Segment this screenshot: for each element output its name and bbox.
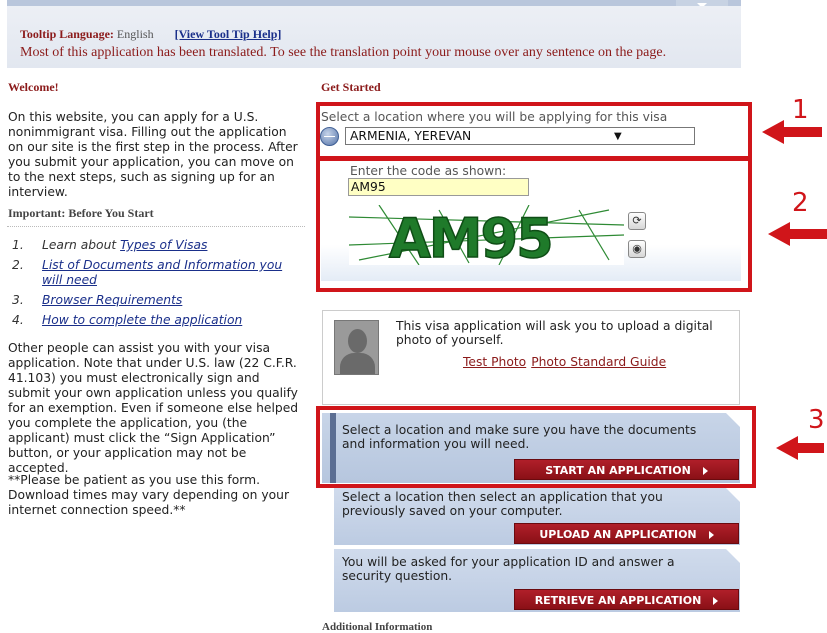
list-item: 2. List of Documents and Information you … bbox=[12, 258, 283, 287]
list-item: 4. How to complete the application bbox=[12, 313, 243, 327]
annotation-box-1 bbox=[316, 102, 752, 160]
annotation-box-3 bbox=[316, 406, 756, 488]
list-item: 1. Learn about Types of Visas bbox=[12, 238, 208, 252]
annotation-number-2: 2 bbox=[792, 188, 809, 218]
tooltip-banner: Tooltip Language: English [View Tool Tip… bbox=[7, 6, 741, 68]
how-to-complete-link[interactable]: How to complete the application bbox=[42, 313, 242, 327]
assist-text: Other people can assist you with your vi… bbox=[8, 341, 299, 475]
tooltip-language-value: English bbox=[116, 27, 154, 41]
upload-application-text: Select a location then select an applica… bbox=[342, 490, 663, 518]
types-of-visas-link[interactable]: Types of Visas bbox=[120, 238, 207, 252]
photo-standard-guide-link[interactable]: Photo Standard Guide bbox=[531, 355, 666, 369]
tooltip-language-line: Tooltip Language: English [View Tool Tip… bbox=[20, 27, 281, 42]
tooltip-language-label: Tooltip Language: bbox=[20, 27, 114, 41]
intro-text: On this website, you can apply for a U.S… bbox=[8, 110, 298, 199]
retrieve-application-button[interactable]: RETRIEVE AN APPLICATION bbox=[514, 589, 739, 610]
divider bbox=[7, 226, 305, 227]
list-item: 3. Browser Requirements bbox=[12, 293, 183, 307]
patience-text: **Please be patient as you use this form… bbox=[8, 473, 290, 517]
photo-links: Test Photo Photo Standard Guide bbox=[463, 355, 671, 369]
retrieve-application-text: You will be asked for your application I… bbox=[342, 555, 675, 583]
welcome-title: Welcome! bbox=[8, 80, 59, 94]
get-started-title: Get Started bbox=[321, 80, 381, 94]
annotation-number-3: 3 bbox=[808, 405, 825, 435]
additional-info-title: Additional Information bbox=[322, 621, 433, 633]
upload-application-panel: Select a location then select an applica… bbox=[322, 488, 740, 545]
annotation-arrow-3 bbox=[776, 436, 824, 460]
browser-requirements-link[interactable]: Browser Requirements bbox=[42, 293, 182, 307]
documents-list-link[interactable]: List of Documents and Information you wi… bbox=[42, 258, 282, 287]
photo-text: This visa application will ask you to up… bbox=[396, 319, 713, 347]
annotation-arrow-2 bbox=[768, 222, 827, 246]
upload-application-button[interactable]: UPLOAD AN APPLICATION bbox=[514, 523, 739, 544]
annotation-arrow-1 bbox=[762, 120, 822, 144]
view-tooltip-help-link[interactable]: [View Tool Tip Help] bbox=[175, 27, 282, 41]
retrieve-application-panel: You will be asked for your application I… bbox=[322, 549, 740, 612]
annotation-box-2 bbox=[316, 157, 752, 292]
avatar bbox=[334, 320, 379, 375]
steps-list: 1. Learn about Types of Visas 2. List of D… bbox=[8, 238, 304, 333]
play-arrow-icon bbox=[713, 597, 719, 605]
test-photo-link[interactable]: Test Photo bbox=[463, 355, 526, 369]
translation-note: Most of this application has been transl… bbox=[20, 45, 667, 60]
important-title: Important: Before You Start bbox=[8, 206, 154, 220]
play-arrow-icon bbox=[708, 531, 714, 539]
